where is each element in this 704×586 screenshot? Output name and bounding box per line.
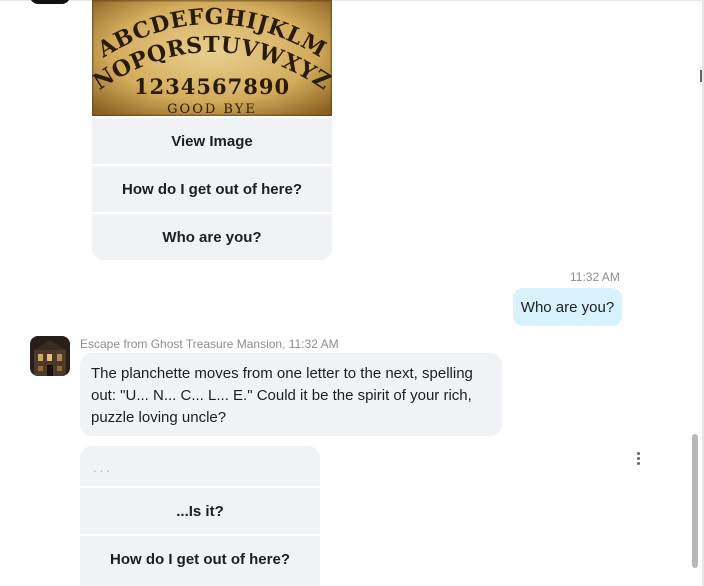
- reply-card: ... ...Is it? How do I get out of here?: [80, 446, 320, 586]
- bot-message-bubble: The planchette moves from one letter to …: [80, 353, 502, 436]
- mansion-avatar-image: [30, 336, 70, 376]
- user-message-timestamp: 11:32 AM: [570, 270, 620, 284]
- typing-indicator: ...: [93, 460, 113, 475]
- bot-avatar[interactable]: [30, 336, 70, 376]
- board-goodbye: GOOD BYE: [167, 102, 257, 116]
- user-message-bubble: Who are you?: [513, 288, 622, 326]
- quick-reply-who-are-you-button[interactable]: Who are you?: [92, 212, 332, 260]
- quick-reply-get-out-button-2[interactable]: How do I get out of here?: [80, 534, 320, 582]
- quick-reply-get-out-button[interactable]: How do I get out of here?: [92, 164, 332, 212]
- board-numbers: 1234567890: [134, 74, 290, 99]
- more-vertical-icon[interactable]: [630, 450, 646, 466]
- view-image-button[interactable]: View Image: [92, 116, 332, 164]
- ouija-board-image[interactable]: ABCDEFGHIJKLM NOPQRSTUVWXYZ 1234567890 G…: [92, 0, 332, 116]
- quick-reply-is-it-button[interactable]: ...Is it?: [80, 486, 320, 534]
- image-card: ABCDEFGHIJKLM NOPQRSTUVWXYZ 1234567890 G…: [92, 0, 332, 260]
- previous-avatar: [30, 0, 70, 4]
- scrollbar-thumb[interactable]: [692, 434, 698, 568]
- bot-sender-and-time: Escape from Ghost Treasure Mansion, 11:3…: [80, 337, 339, 351]
